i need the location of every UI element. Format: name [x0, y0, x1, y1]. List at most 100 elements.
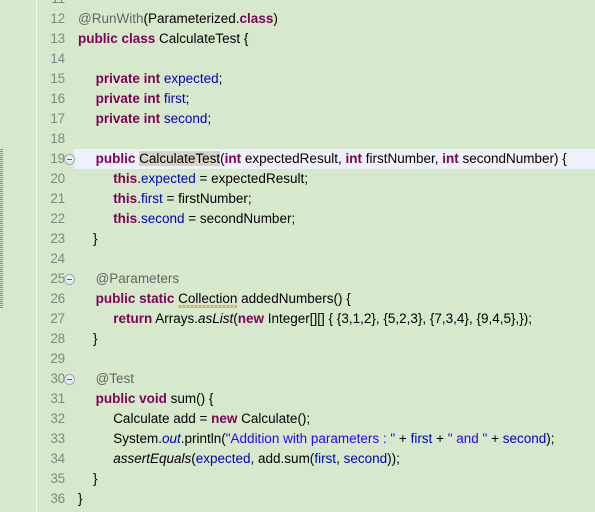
line-number: 34	[50, 451, 65, 466]
code-token: ,	[336, 451, 344, 466]
code-line-text: private int first;	[96, 89, 190, 109]
fold-collapse-icon[interactable]	[64, 374, 75, 385]
code-line[interactable]: 21 this.first = firstNumber;	[37, 189, 595, 209]
code-token: Arrays.	[152, 311, 198, 326]
code-token: )	[273, 11, 278, 26]
code-line-text: public static Collection addedNumbers() …	[96, 289, 351, 309]
code-line[interactable]: 17 private int second;	[37, 109, 595, 129]
code-token: first	[163, 91, 186, 106]
code-token: second	[140, 211, 185, 226]
code-token: Calculate add =	[113, 411, 212, 426]
code-line-text: }	[78, 491, 83, 506]
line-number: 25	[50, 271, 65, 286]
code-token: this	[113, 191, 138, 206]
line-number: 21	[50, 191, 65, 206]
code-token: System.	[113, 431, 162, 446]
code-line[interactable]: 30 @Test	[37, 369, 595, 389]
line-number: 16	[50, 91, 65, 106]
code-token: ;	[218, 71, 223, 86]
code-line[interactable]: 31 public void sum() {	[37, 389, 595, 409]
code-token: assertEquals	[113, 451, 192, 466]
code-token: private int	[95, 111, 164, 126]
code-token: , add.sum(	[250, 451, 315, 466]
code-line[interactable]: 26 public static Collection addedNumbers(…	[37, 289, 595, 309]
code-content-area[interactable]: 11 12 @RunWith(Parameterized.class) 13 publi…	[37, 0, 595, 512]
code-line[interactable]: 25 @Parameters	[37, 269, 595, 289]
code-line-text: assertEquals(expected, add.sum(first, se…	[113, 449, 400, 469]
code-line[interactable]: 19 public CalculateTest(int expectedResul…	[37, 149, 595, 169]
code-token: expected	[195, 451, 251, 466]
code-token: secondNumber) {	[458, 151, 567, 166]
code-token: Parameterized	[147, 11, 236, 26]
code-token: CalculateTest {	[159, 31, 249, 46]
code-line[interactable]: 33 System.out.println("Addition with para…	[37, 429, 595, 449]
code-line-text: Calculate add = new Calculate();	[113, 409, 310, 429]
code-line[interactable]: 15 private int expected;	[37, 69, 595, 89]
line-number: 27	[50, 311, 65, 326]
fold-collapse-icon[interactable]	[64, 274, 75, 285]
line-number: 31	[50, 391, 65, 406]
code-line-text: @Parameters	[96, 269, 179, 289]
code-token: = firstNumber;	[162, 191, 252, 206]
code-line-text: }	[78, 471, 98, 486]
code-token: int	[345, 151, 362, 166]
code-token: return	[113, 311, 153, 326]
code-line[interactable]: 11	[37, 0, 595, 9]
code-line[interactable]: 18	[37, 129, 595, 149]
line-number: 22	[50, 211, 65, 226]
code-token: asList	[197, 311, 234, 326]
code-token: +	[395, 431, 411, 446]
line-number: 14	[50, 51, 65, 66]
code-token: @Test	[95, 371, 135, 386]
code-line[interactable]: 36}	[37, 489, 595, 509]
code-line[interactable]: 12 @RunWith(Parameterized.class)	[37, 9, 595, 29]
code-token: "Addition with parameters : "	[225, 431, 396, 446]
code-token: second	[163, 111, 208, 126]
code-token: sum() {	[170, 391, 214, 406]
fold-collapse-icon[interactable]	[64, 154, 75, 165]
code-line[interactable]: 35 }	[37, 469, 595, 489]
code-line[interactable]: 16 private int first;	[37, 89, 595, 109]
code-token: public static	[95, 291, 179, 306]
line-number: 12	[50, 11, 65, 26]
code-line[interactable]: 27 return Arrays.asList(new Integer[][] {…	[37, 309, 595, 329]
code-token: second	[502, 431, 547, 446]
code-line[interactable]: 22 this.second = secondNumber;	[37, 209, 595, 229]
code-line[interactable]: 14	[37, 49, 595, 69]
line-number: 19	[50, 151, 65, 166]
line-number-gutter[interactable]	[0, 0, 37, 512]
code-token: Integer[][] { {3,1,2}, {5,2,3}, {7,3,4},…	[264, 311, 532, 326]
code-line[interactable]: 24	[37, 249, 595, 269]
code-line-text: private int second;	[96, 109, 212, 129]
line-number: 23	[50, 231, 65, 246]
line-number: 32	[50, 411, 65, 426]
code-token: new	[211, 411, 238, 426]
code-line-text: }	[78, 331, 98, 346]
code-token: );	[546, 431, 555, 446]
code-token: addedNumbers() {	[237, 291, 351, 306]
code-token: class	[239, 11, 274, 26]
code-token: expected	[163, 71, 219, 86]
code-token: Calculate();	[237, 411, 311, 426]
code-line-text: public void sum() {	[96, 389, 214, 409]
code-line[interactable]: 28 }	[37, 329, 595, 349]
code-line[interactable]: 13 public class CalculateTest {	[37, 29, 595, 49]
line-number: 33	[50, 431, 65, 446]
code-token: expectedResult,	[241, 151, 346, 166]
code-token: public	[95, 151, 140, 166]
code-line[interactable]: 34 assertEquals(expected, add.sum(first, …	[37, 449, 595, 469]
code-line[interactable]: 32 Calculate add = new Calculate();	[37, 409, 595, 429]
code-token: private int	[95, 71, 164, 86]
code-token: .println(	[180, 431, 226, 446]
code-editor[interactable]: 11 12 @RunWith(Parameterized.class) 13 publi…	[0, 0, 595, 512]
code-token: public class	[78, 31, 160, 46]
code-line-text: public class CalculateTest {	[78, 29, 248, 49]
code-token: Collection	[178, 291, 238, 306]
code-token: +	[487, 431, 503, 446]
code-line[interactable]: 29	[37, 349, 595, 369]
code-token: public void	[95, 391, 171, 406]
code-line[interactable]: 23 }	[37, 229, 595, 249]
code-line[interactable]: 20 this.expected = expectedResult;	[37, 169, 595, 189]
code-token: int	[224, 151, 242, 166]
code-line-text: private int expected;	[96, 69, 223, 89]
